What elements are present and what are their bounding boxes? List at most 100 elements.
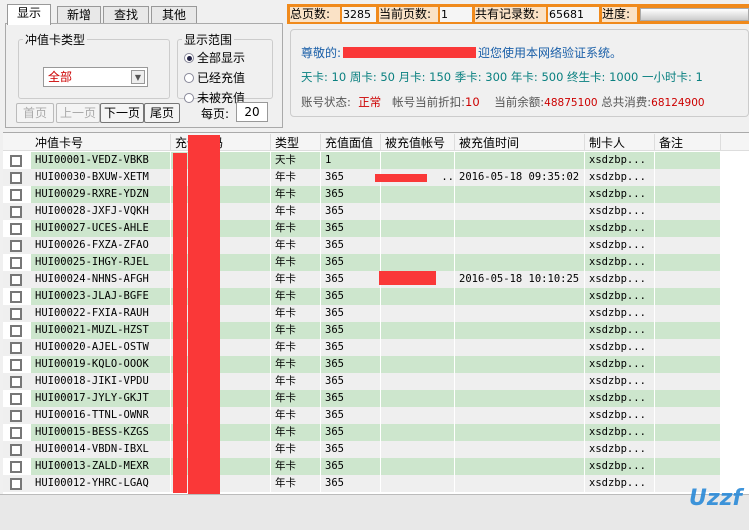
table-row[interactable]: HUI00018-JIKI-VPDU 年卡 365 xsdzbp... bbox=[3, 373, 721, 390]
last-page-button[interactable]: 尾页 bbox=[144, 103, 180, 123]
row-checkbox[interactable] bbox=[10, 291, 22, 303]
row-checkbox[interactable] bbox=[10, 478, 22, 490]
first-page-button[interactable]: 首页 bbox=[16, 103, 54, 123]
radio-all[interactable]: 全部显示 bbox=[184, 49, 245, 66]
cell-0: HUI00024-NHNS-AFGH bbox=[31, 271, 171, 288]
table-row[interactable]: HUI00023-JLAJ-BGFE 年卡 365 xsdzbp... bbox=[3, 288, 721, 305]
tab-add[interactable]: 新增 bbox=[57, 6, 101, 24]
row-checkbox[interactable] bbox=[10, 393, 22, 405]
tab-show[interactable]: 显示 bbox=[7, 4, 51, 25]
cell-2: 年卡 bbox=[271, 186, 321, 203]
prev-page-button[interactable]: 上一页 bbox=[56, 103, 100, 123]
table-row[interactable]: HUI00025-IHGY-RJEL 年卡 365 xsdzbp... bbox=[3, 254, 721, 271]
row-checkbox[interactable] bbox=[10, 274, 22, 286]
row-checkbox[interactable] bbox=[10, 206, 22, 218]
table-row[interactable]: HUI00019-KQLO-OOOK 年卡 365 xsdzbp... bbox=[3, 356, 721, 373]
cell-2: 年卡 bbox=[271, 203, 321, 220]
chevron-down-icon[interactable]: ▼ bbox=[131, 70, 145, 84]
column-header[interactable]: 充值密码 bbox=[171, 134, 271, 150]
status-bar: 总页数: 3285 当前页数: 1 共有记录数: 65681 进度: bbox=[287, 4, 749, 24]
radio-icon bbox=[184, 93, 194, 103]
cell-2: 年卡 bbox=[271, 254, 321, 271]
column-header[interactable]: 冲值卡号 bbox=[31, 134, 171, 150]
cell-3: 365 bbox=[321, 186, 381, 203]
row-checkbox[interactable] bbox=[10, 376, 22, 388]
row-checkbox[interactable] bbox=[10, 240, 22, 252]
table-row[interactable]: HUI00020-AJEL-OSTW 年卡 365 xsdzbp... bbox=[3, 339, 721, 356]
cell-5 bbox=[455, 441, 585, 458]
column-header[interactable]: 被充值时间 bbox=[455, 134, 585, 150]
table-header: 冲值卡号充值密码类型充值面值被充值帐号被充值时间制卡人备注 bbox=[3, 133, 749, 151]
cell-5 bbox=[455, 339, 585, 356]
table-row[interactable]: HUI00021-MUZL-HZST 年卡 365 xsdzbp... bbox=[3, 322, 721, 339]
cell-6: xsdzbp... bbox=[585, 339, 655, 356]
cell-6: xsdzbp... bbox=[585, 305, 655, 322]
cell-6: xsdzbp... bbox=[585, 271, 655, 288]
card-type-label: 冲值卡类型 bbox=[25, 33, 86, 47]
cell-2: 年卡 bbox=[271, 458, 321, 475]
table-row[interactable]: HUI00024-NHNS-AFGH 年卡 365 2016-05-18 10:10:… bbox=[3, 271, 721, 288]
cell-4 bbox=[381, 322, 455, 339]
cell-5 bbox=[455, 390, 585, 407]
cell-0: HUI00030-BXUW-XETM bbox=[31, 169, 171, 186]
row-checkbox[interactable] bbox=[10, 410, 22, 422]
records-label: 共有记录数: bbox=[475, 7, 546, 22]
row-checkbox[interactable] bbox=[10, 342, 22, 354]
table-row[interactable]: HUI00027-UCES-AHLE 年卡 365 xsdzbp... bbox=[3, 220, 721, 237]
table-row[interactable]: HUI00022-FXIA-RAUH 年卡 365 xsdzbp... bbox=[3, 305, 721, 322]
row-checkbox[interactable] bbox=[10, 444, 22, 456]
cell-4 bbox=[381, 441, 455, 458]
per-page-input[interactable]: 20 bbox=[236, 102, 268, 122]
progress-label: 进度: bbox=[602, 7, 637, 22]
cell-6: xsdzbp... bbox=[585, 390, 655, 407]
row-checkbox[interactable] bbox=[10, 325, 22, 337]
cell-4 bbox=[381, 254, 455, 271]
tab-find[interactable]: 查找 bbox=[103, 6, 149, 24]
cell-4 bbox=[381, 458, 455, 475]
cell-3: 365 bbox=[321, 441, 381, 458]
table-row[interactable]: HUI00016-TTNL-OWNR 年卡 365 xsdzbp... bbox=[3, 407, 721, 424]
progress-bar bbox=[640, 8, 749, 21]
table-row[interactable]: HUI00030-BXUW-XETM 年卡 365.. 2016-05-18 09:3… bbox=[3, 169, 721, 186]
column-header[interactable]: 充值面值 bbox=[321, 134, 381, 150]
current-page-label: 当前页数: bbox=[379, 7, 438, 22]
row-checkbox[interactable] bbox=[10, 308, 22, 320]
row-checkbox[interactable] bbox=[10, 223, 22, 235]
cell-3: 365 bbox=[321, 220, 381, 237]
table-row[interactable]: HUI00001-VEDZ-VBKB 天卡 1 xsdzbp... bbox=[3, 152, 721, 169]
cell-4 bbox=[381, 305, 455, 322]
tab-other[interactable]: 其他 bbox=[151, 6, 197, 24]
cell-6: xsdzbp... bbox=[585, 237, 655, 254]
cell-4 bbox=[381, 152, 455, 169]
cell-7 bbox=[655, 407, 721, 424]
row-checkbox[interactable] bbox=[10, 172, 22, 184]
row-checkbox[interactable] bbox=[10, 189, 22, 201]
next-page-button[interactable]: 下一页 bbox=[100, 103, 144, 123]
cell-0: HUI00014-VBDN-IBXL bbox=[31, 441, 171, 458]
table-row[interactable]: HUI00014-VBDN-IBXL 年卡 365 xsdzbp... bbox=[3, 441, 721, 458]
column-header[interactable]: 类型 bbox=[271, 134, 321, 150]
row-checkbox[interactable] bbox=[10, 359, 22, 371]
table-row[interactable]: HUI00015-BESS-KZGS 年卡 365 xsdzbp... bbox=[3, 424, 721, 441]
table-row[interactable]: HUI00017-JYLY-GKJT 年卡 365 xsdzbp... bbox=[3, 390, 721, 407]
radio-charged[interactable]: 已经充值 bbox=[184, 69, 245, 86]
column-header[interactable]: 制卡人 bbox=[585, 134, 655, 150]
cell-4 bbox=[381, 356, 455, 373]
radio-charged-label: 已经充值 bbox=[197, 71, 246, 85]
total-pages-value: 3285 bbox=[342, 7, 376, 22]
table-row[interactable]: HUI00028-JXFJ-VQKH 年卡 365 xsdzbp... bbox=[3, 203, 721, 220]
column-header[interactable]: 被充值帐号 bbox=[381, 134, 455, 150]
cell-2: 年卡 bbox=[271, 271, 321, 288]
cell-0: HUI00029-RXRE-YDZN bbox=[31, 186, 171, 203]
table-row[interactable]: HUI00026-FXZA-ZFAO 年卡 365 xsdzbp... bbox=[3, 237, 721, 254]
row-checkbox[interactable] bbox=[10, 427, 22, 439]
column-header[interactable]: 备注 bbox=[655, 134, 721, 150]
table-row[interactable]: HUI00029-RXRE-YDZN 年卡 365 xsdzbp... bbox=[3, 186, 721, 203]
cell-2: 年卡 bbox=[271, 237, 321, 254]
row-checkbox[interactable] bbox=[10, 461, 22, 473]
price-list: 天卡: 10 周卡: 50 月卡: 150 季卡: 300 年卡: 500 终生… bbox=[301, 70, 703, 84]
cell-2: 年卡 bbox=[271, 407, 321, 424]
card-type-select[interactable]: 全部 ▼ bbox=[43, 67, 148, 87]
row-checkbox[interactable] bbox=[10, 257, 22, 269]
row-checkbox[interactable] bbox=[10, 155, 22, 167]
